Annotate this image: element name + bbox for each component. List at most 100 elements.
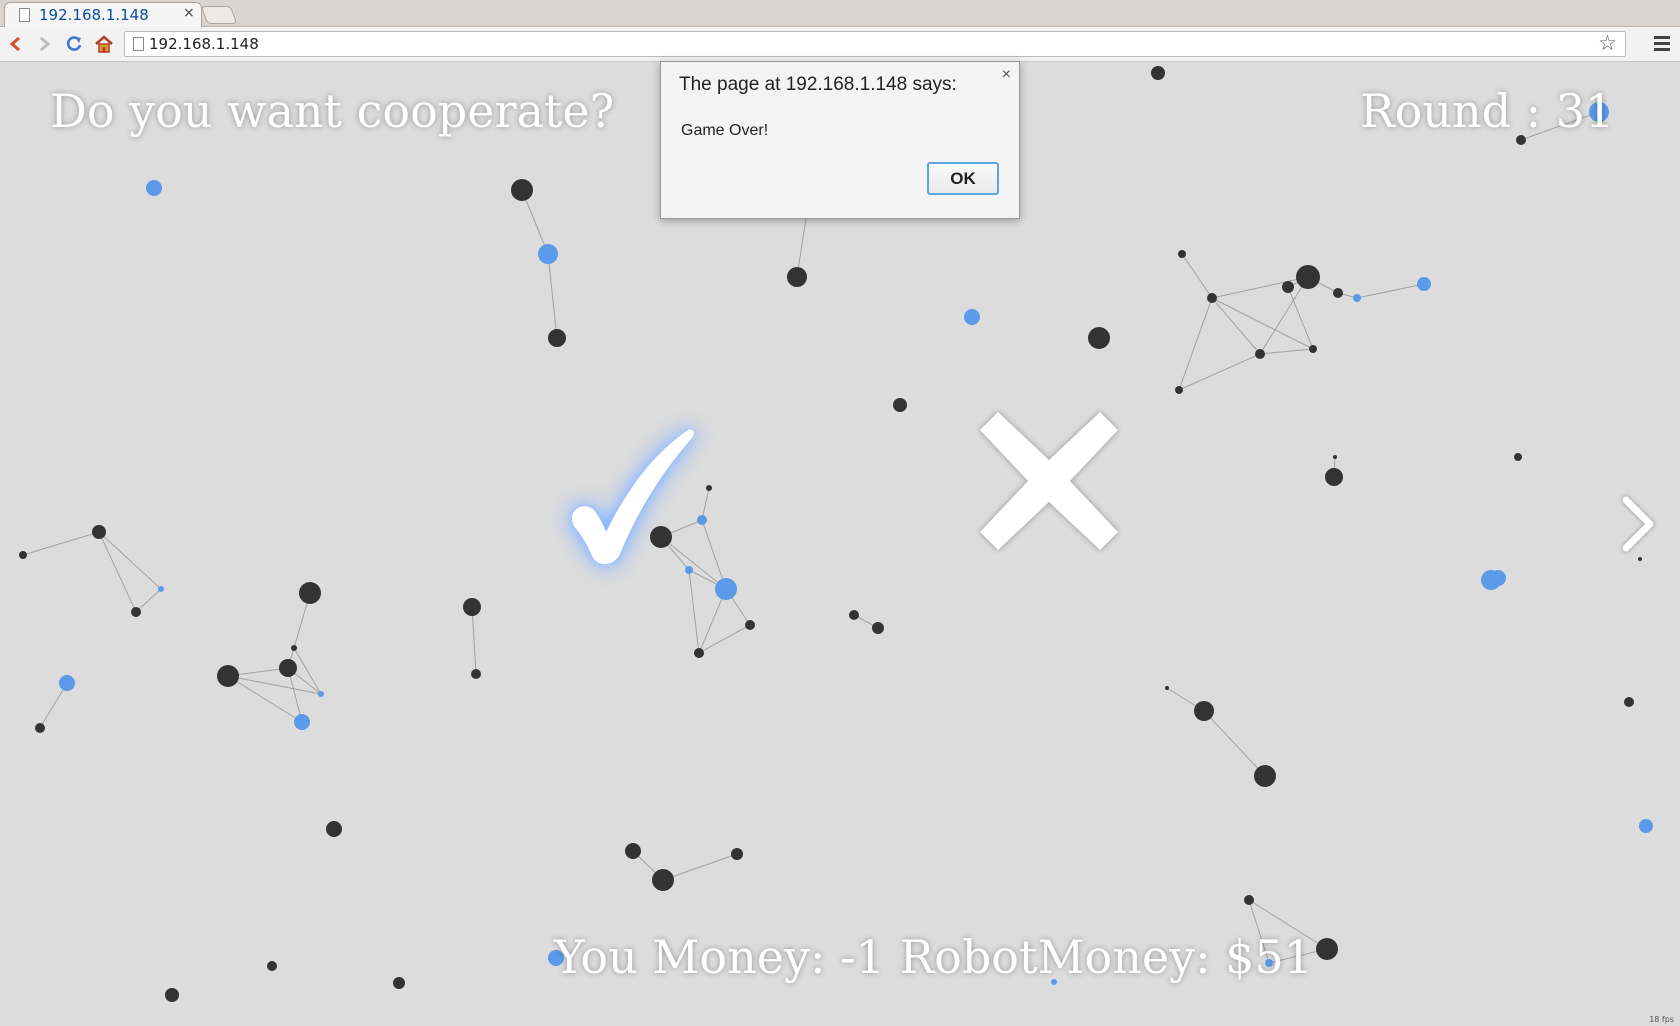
dark-node bbox=[1333, 455, 1337, 459]
blue-node bbox=[318, 691, 324, 697]
dark-node bbox=[1325, 468, 1343, 486]
network-link bbox=[1356, 283, 1425, 299]
reload-icon bbox=[66, 36, 82, 51]
dark-node bbox=[745, 620, 755, 630]
tab-title: 192.168.1.148 bbox=[39, 6, 149, 24]
blue-node bbox=[294, 714, 310, 730]
network-link bbox=[662, 853, 738, 881]
dark-node bbox=[165, 988, 179, 1002]
dark-node bbox=[694, 648, 704, 658]
back-button[interactable] bbox=[4, 32, 28, 56]
dark-node bbox=[1165, 686, 1169, 690]
dark-node bbox=[511, 179, 533, 201]
forward-button[interactable] bbox=[32, 32, 56, 56]
network-link bbox=[98, 531, 137, 613]
dark-node bbox=[1624, 697, 1634, 707]
dark-node bbox=[625, 843, 641, 859]
reload-button[interactable] bbox=[62, 32, 86, 56]
forward-arrow-icon bbox=[40, 36, 51, 52]
network-link bbox=[1178, 297, 1213, 391]
network-link bbox=[1259, 348, 1314, 355]
dark-node bbox=[1255, 349, 1265, 359]
round-counter: Round : 31 bbox=[1360, 84, 1615, 138]
fps-counter: 18 fps bbox=[1649, 1015, 1674, 1024]
home-button[interactable] bbox=[92, 32, 116, 56]
blue-node bbox=[1490, 570, 1506, 586]
dark-node bbox=[1178, 250, 1186, 258]
alert-title: The page at 192.168.1.148 says: bbox=[679, 74, 957, 95]
home-icon bbox=[95, 35, 113, 53]
blue-node bbox=[146, 180, 162, 196]
dark-node bbox=[731, 848, 743, 860]
dark-node bbox=[1254, 765, 1276, 787]
cooperate-question: Do you want cooperate? bbox=[50, 84, 615, 138]
ok-button[interactable]: OK bbox=[927, 162, 999, 195]
cooperate-yes-button[interactable] bbox=[560, 414, 700, 584]
address-bar[interactable]: 192.168.1.148 ☆ bbox=[124, 31, 1626, 57]
checkmark-icon bbox=[571, 429, 694, 565]
dark-node bbox=[393, 977, 405, 989]
page-icon bbox=[133, 37, 144, 51]
network-link bbox=[547, 253, 558, 339]
dark-node bbox=[652, 869, 674, 891]
page-icon bbox=[19, 8, 30, 22]
dark-node bbox=[463, 598, 481, 616]
dark-node bbox=[548, 329, 566, 347]
dark-node bbox=[1088, 327, 1110, 349]
dark-node bbox=[471, 669, 481, 679]
dark-node bbox=[893, 398, 907, 412]
dark-node bbox=[92, 525, 106, 539]
bookmark-star-icon[interactable]: ☆ bbox=[1598, 31, 1617, 55]
network-link bbox=[1181, 253, 1213, 299]
network-link bbox=[135, 588, 162, 613]
tab-strip: 192.168.1.148 × bbox=[0, 0, 1680, 27]
blue-node bbox=[964, 309, 980, 325]
browser-menu-icon[interactable] bbox=[1654, 34, 1670, 54]
network-link bbox=[1178, 353, 1261, 391]
alert-message: Game Over! bbox=[681, 122, 769, 139]
dark-node bbox=[279, 659, 297, 677]
browser-toolbar: 192.168.1.148 ☆ bbox=[0, 27, 1680, 62]
dark-node bbox=[1175, 386, 1183, 394]
network-link bbox=[698, 624, 751, 654]
network-link bbox=[1211, 297, 1314, 350]
network-link bbox=[98, 531, 162, 590]
dark-node bbox=[35, 723, 45, 733]
dark-node bbox=[1207, 293, 1217, 303]
close-icon[interactable]: × bbox=[1002, 66, 1011, 84]
dark-node bbox=[1333, 288, 1343, 298]
network-link bbox=[1287, 286, 1314, 350]
blue-node bbox=[59, 675, 75, 691]
dark-node bbox=[1282, 281, 1294, 293]
cooperate-no-button[interactable] bbox=[976, 408, 1122, 554]
next-chevron-button[interactable] bbox=[1618, 494, 1658, 554]
dark-node bbox=[1296, 265, 1320, 289]
blue-node bbox=[1639, 819, 1653, 833]
network-link bbox=[22, 531, 100, 556]
blue-node bbox=[1417, 277, 1431, 291]
blue-node bbox=[158, 586, 164, 592]
dark-node bbox=[19, 551, 27, 559]
dark-node bbox=[1638, 557, 1642, 561]
blue-node bbox=[715, 578, 737, 600]
dark-node bbox=[1194, 701, 1214, 721]
dark-node bbox=[849, 610, 859, 620]
blue-node bbox=[1353, 294, 1361, 302]
dark-node bbox=[1309, 345, 1317, 353]
browser-tab[interactable]: 192.168.1.148 × bbox=[4, 2, 202, 27]
dark-node bbox=[872, 622, 884, 634]
dark-node bbox=[217, 665, 239, 687]
money-status: You Money: -1 RobotMoney: $51 bbox=[554, 930, 1313, 984]
dark-node bbox=[1514, 453, 1522, 461]
dark-node bbox=[131, 607, 141, 617]
alert-dialog: The page at 192.168.1.148 says: × Game O… bbox=[660, 61, 1020, 219]
network-link bbox=[1203, 710, 1266, 777]
network-link bbox=[471, 606, 477, 675]
dark-node bbox=[299, 582, 321, 604]
dark-node bbox=[326, 821, 342, 837]
new-tab-button[interactable] bbox=[200, 6, 238, 24]
network-link bbox=[1211, 297, 1261, 355]
tab-close-icon[interactable]: × bbox=[183, 5, 195, 21]
dark-node bbox=[1316, 938, 1338, 960]
url-text[interactable]: 192.168.1.148 bbox=[149, 35, 259, 53]
